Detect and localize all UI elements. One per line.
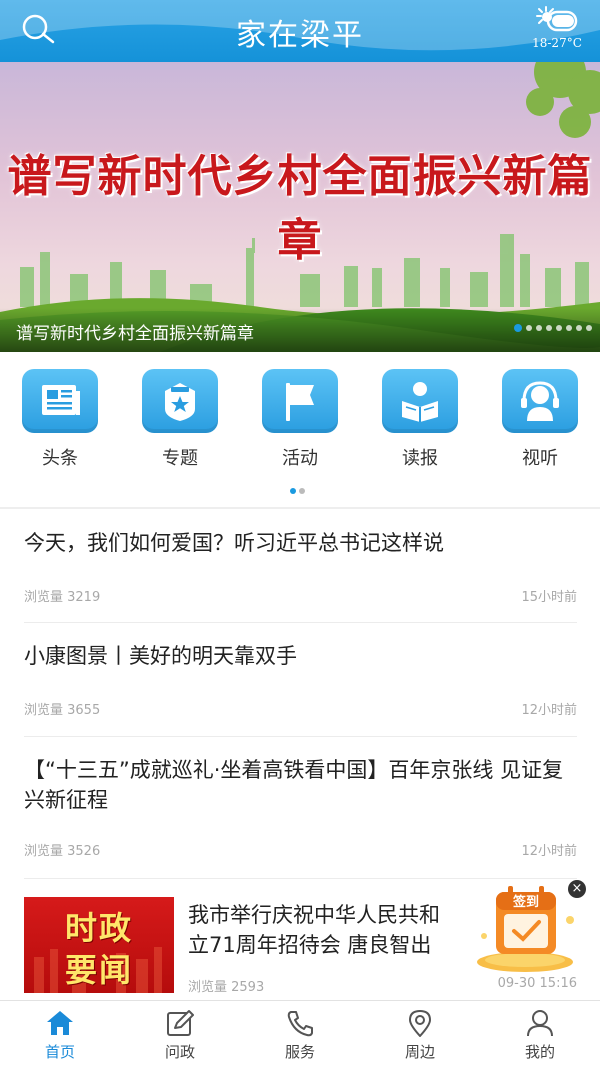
news-meta: 浏览量 3526 12小时前 xyxy=(24,840,577,859)
category-tile[interactable] xyxy=(502,369,578,433)
view-count: 浏览量 3655 xyxy=(24,703,101,718)
news-title: 【“十三五”成就巡礼·坐着高铁看中国】百年京张线 见证复兴新征程 xyxy=(24,758,564,812)
phone-icon xyxy=(287,1011,313,1037)
news-meta: 浏览量 2593 09-30 15:16 xyxy=(188,976,577,995)
pagination-dot[interactable] xyxy=(290,488,296,494)
bottom-tab-bar: 首页 问政 服务 周边 我的 xyxy=(0,1000,600,1067)
pagination-dot[interactable] xyxy=(299,488,305,494)
news-item[interactable]: 今天，我们如何爱国？听习近平总书记这样说 浏览量 3219 15小时前 xyxy=(24,528,577,623)
tab-services[interactable]: 服务 xyxy=(260,1009,340,1062)
news-item[interactable]: 小康图景丨美好的明天靠双手 浏览量 3655 12小时前 xyxy=(24,641,577,737)
pagination-dot[interactable] xyxy=(586,325,592,331)
tab-nearby[interactable]: 周边 xyxy=(380,1009,460,1062)
news-time: 12小时前 xyxy=(521,703,577,718)
view-count: 浏览量 2593 xyxy=(188,980,265,995)
app-title: 家在梁平 xyxy=(236,18,364,53)
category-tile[interactable] xyxy=(262,369,338,433)
news-title[interactable]: 我市举行庆祝中华人民共和 立71周年招待会 唐良智出 xyxy=(188,900,488,960)
pagination-dot[interactable] xyxy=(556,325,562,331)
banner-headline: 谱写新时代乡村全面振兴新篇章 xyxy=(7,151,593,266)
flag-icon xyxy=(286,383,314,421)
newspaper-icon xyxy=(42,385,80,415)
tab-label: 周边 xyxy=(404,1043,435,1061)
headset-icon xyxy=(521,381,559,421)
user-icon xyxy=(527,1010,553,1037)
category-label: 头条 xyxy=(42,448,78,469)
view-count: 浏览量 3219 xyxy=(24,590,101,605)
thumbnail-text-line2: 要闻 xyxy=(64,951,133,989)
category-tile[interactable] xyxy=(22,369,98,433)
pagination-dot[interactable] xyxy=(576,325,582,331)
news-title-line2: 立71周年招待会 唐良智出 xyxy=(188,933,432,957)
category-headlines[interactable]: 头条 xyxy=(20,369,100,470)
category-tile[interactable] xyxy=(382,369,458,433)
news-meta: 浏览量 3219 15小时前 xyxy=(24,586,577,605)
pagination-dot[interactable] xyxy=(514,324,522,332)
weather-widget[interactable]: 18-27°C xyxy=(526,4,588,56)
news-thumbnail[interactable]: 时政 要闻 xyxy=(24,897,174,993)
news-time: 15小时前 xyxy=(521,590,577,605)
pagination-dot[interactable] xyxy=(566,325,572,331)
category-grid: 头条 专题 活动 读报 视听 xyxy=(0,352,600,507)
tab-label: 服务 xyxy=(284,1043,315,1061)
news-meta: 浏览量 3655 12小时前 xyxy=(24,699,577,718)
home-icon xyxy=(47,1011,73,1035)
tab-label: 首页 xyxy=(44,1043,75,1061)
pagination-dot[interactable] xyxy=(546,325,552,331)
reader-icon xyxy=(402,382,438,422)
news-time: 09-30 15:16 xyxy=(497,976,577,991)
category-label: 视听 xyxy=(522,448,558,469)
news-item[interactable]: 【“十三五”成就巡礼·坐着高铁看中国】百年京张线 见证复兴新征程 浏览量 352… xyxy=(24,755,577,879)
signin-floating-button[interactable]: 签到 × xyxy=(470,880,590,976)
category-audio-video[interactable]: 视听 xyxy=(500,369,580,470)
banner-pagination xyxy=(514,324,592,332)
category-tile[interactable] xyxy=(142,369,218,433)
category-label: 专题 xyxy=(162,448,198,469)
view-count: 浏览量 3526 xyxy=(24,844,101,859)
tab-label: 我的 xyxy=(524,1043,555,1061)
category-epaper[interactable]: 读报 xyxy=(380,369,460,470)
edit-icon xyxy=(167,1010,194,1036)
news-time: 12小时前 xyxy=(521,844,577,859)
pagination-dot[interactable] xyxy=(536,325,542,331)
tab-label: 问政 xyxy=(164,1043,195,1061)
banner-caption: 谱写新时代乡村全面振兴新篇章 xyxy=(16,324,254,344)
app-header: 家在梁平 18-27°C xyxy=(0,0,600,62)
news-title-line1: 我市举行庆祝中华人民共和 xyxy=(188,903,440,927)
temperature-text: 18-27°C xyxy=(532,36,582,50)
category-pagination xyxy=(290,488,305,494)
thumbnail-text-line1: 时政 xyxy=(64,909,133,947)
pagination-dot[interactable] xyxy=(526,325,532,331)
close-icon[interactable]: × xyxy=(568,880,586,898)
section-divider xyxy=(0,507,600,509)
tab-inquiry[interactable]: 问政 xyxy=(140,1009,220,1062)
category-topics[interactable]: 专题 xyxy=(140,369,220,470)
banner-carousel[interactable]: 谱写新时代乡村全面振兴新篇章 谱写新时代乡村全面振兴新篇章 xyxy=(0,62,600,352)
partly-sunny-icon xyxy=(536,6,578,32)
star-badge-icon xyxy=(165,383,195,421)
category-events[interactable]: 活动 xyxy=(260,369,340,470)
news-title: 小康图景丨美好的明天靠双手 xyxy=(24,644,297,668)
category-label: 读报 xyxy=(402,448,438,469)
location-pin-icon xyxy=(408,1009,432,1037)
signin-label: 签到 xyxy=(512,894,539,910)
category-label: 活动 xyxy=(282,448,318,469)
tab-profile[interactable]: 我的 xyxy=(500,1009,580,1062)
news-title: 今天，我们如何爱国？听习近平总书记这样说 xyxy=(24,531,444,555)
tab-home[interactable]: 首页 xyxy=(20,1009,100,1062)
